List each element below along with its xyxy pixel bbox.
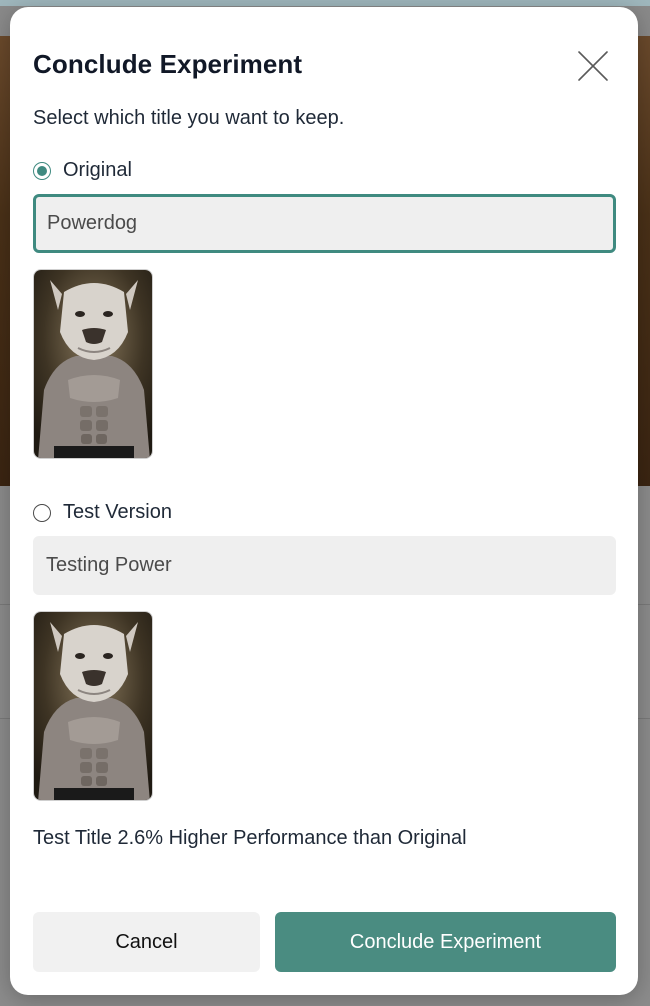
modal-title: Conclude Experiment	[33, 49, 303, 79]
test-version-radio[interactable]	[33, 503, 51, 522]
performance-result-text: Test Title 2.6% Higher Performance than …	[33, 827, 467, 849]
test-version-title-field[interactable]	[33, 536, 616, 595]
muscular-dog-image	[34, 270, 152, 458]
option-original[interactable]: Original	[33, 159, 132, 182]
modal-subtitle: Select which title you want to keep.	[33, 107, 345, 129]
conclude-experiment-button[interactable]: Conclude Experiment	[275, 912, 616, 972]
option-test-version[interactable]: Test Version	[33, 501, 172, 524]
option-original-label: Original	[63, 159, 132, 181]
original-title-field[interactable]	[33, 194, 616, 253]
close-button[interactable]	[576, 49, 610, 83]
backdrop-top-bar	[0, 0, 650, 6]
cancel-button[interactable]: Cancel	[33, 912, 260, 972]
original-thumbnail	[33, 269, 153, 459]
conclude-experiment-modal: Conclude Experiment Select which title y…	[10, 7, 638, 995]
close-icon	[578, 51, 608, 81]
muscular-dog-image	[34, 612, 152, 800]
test-version-thumbnail	[33, 611, 153, 801]
original-radio[interactable]	[33, 161, 51, 180]
option-test-version-label: Test Version	[63, 501, 172, 523]
